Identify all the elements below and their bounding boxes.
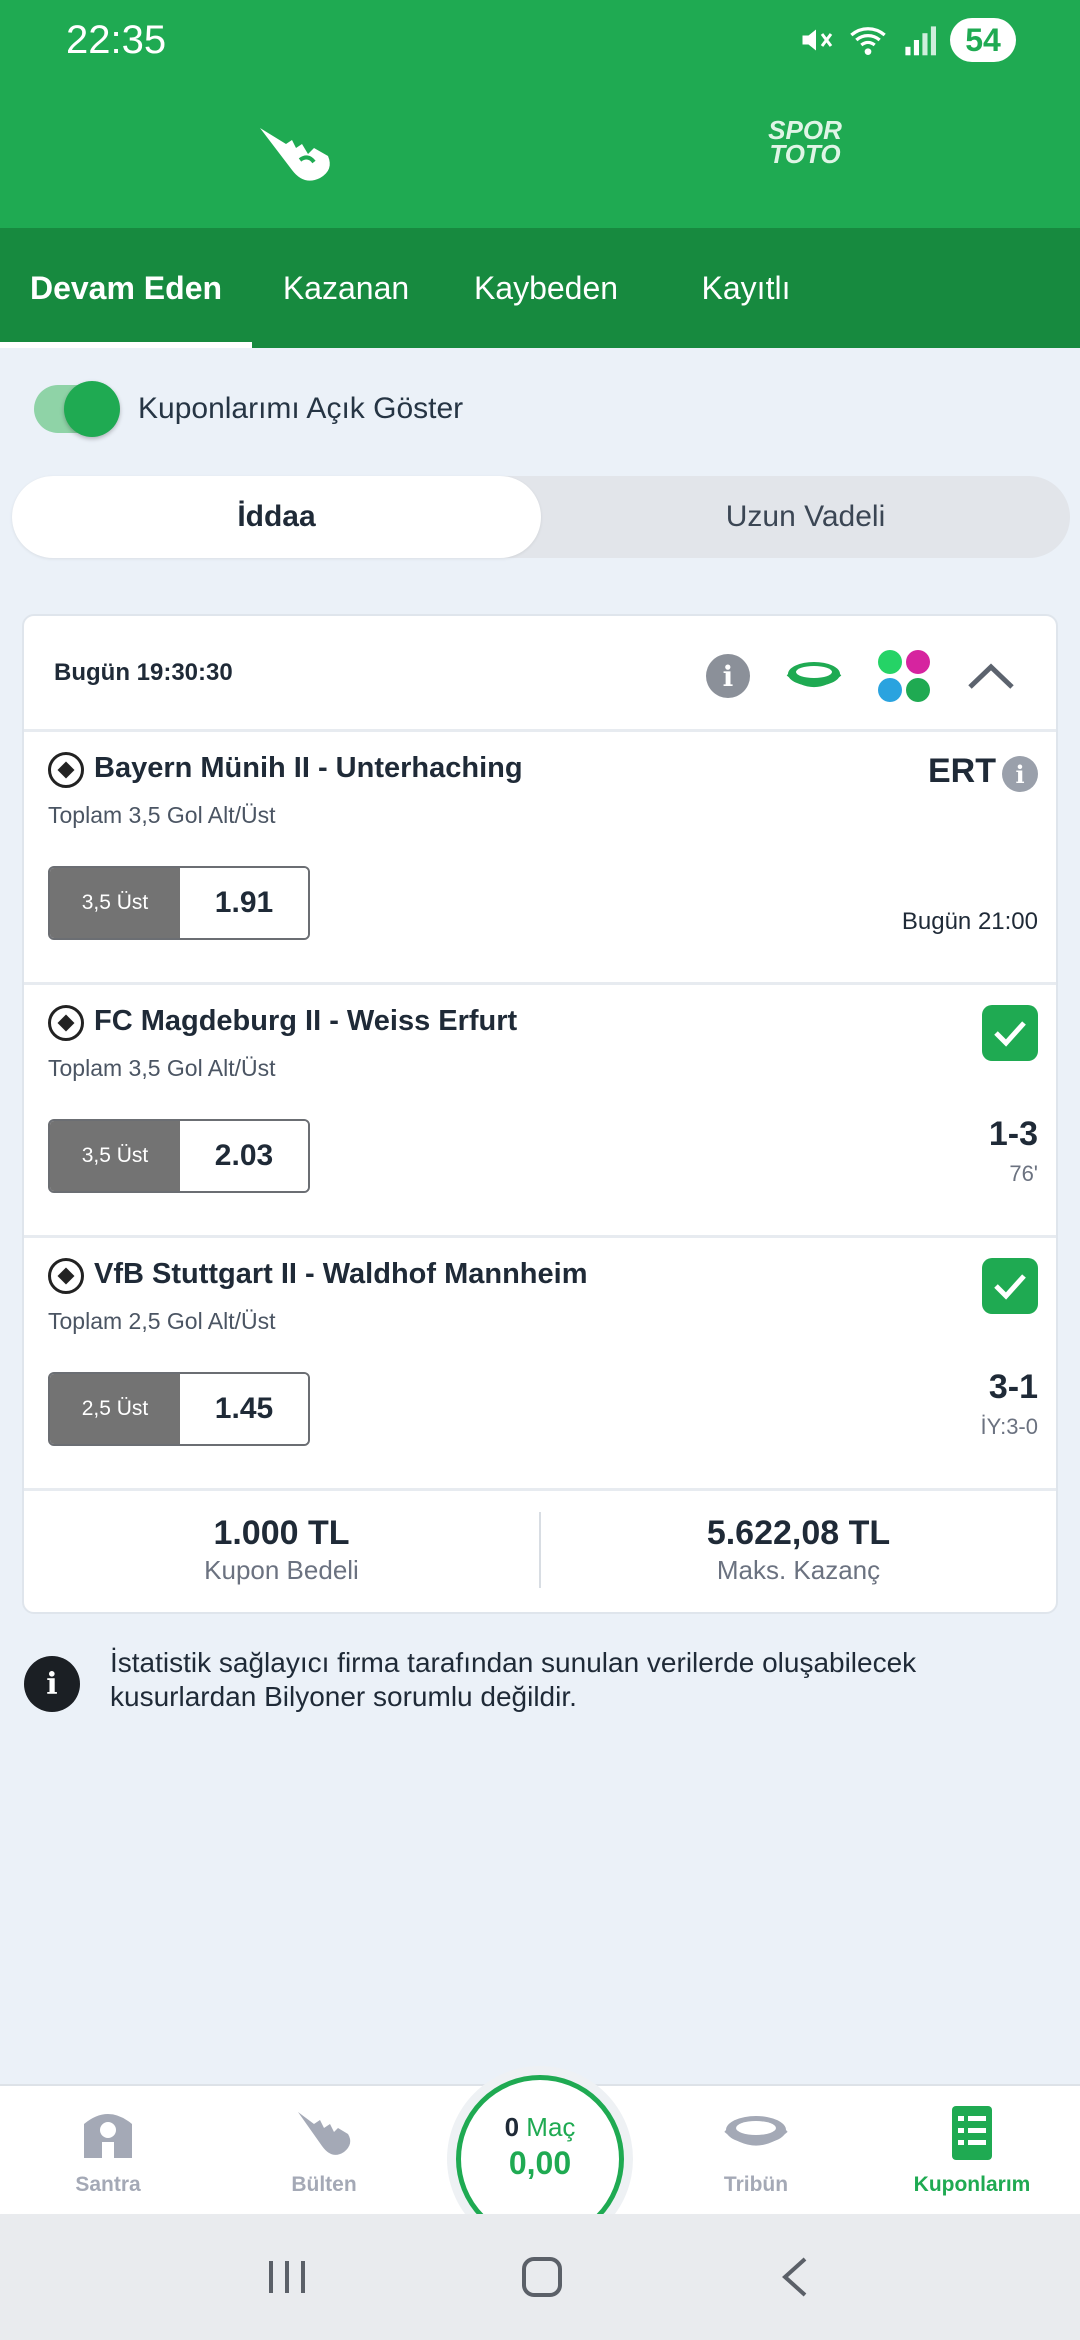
pick-label: 2,5 Üst [50, 1374, 180, 1444]
odd-box: 2,5 Üst 1.45 [48, 1372, 310, 1446]
wifi-icon [850, 27, 886, 55]
match-status: ERT [928, 752, 996, 790]
max-win-amount: 5.622,08 TL [706, 1514, 891, 1552]
stake-block: 1.000 TL Kupon Bedeli [24, 1514, 539, 1586]
match-minute: İY:3-0 [980, 1414, 1038, 1439]
chevron-up-icon[interactable] [966, 661, 1016, 691]
stadium-icon[interactable] [786, 656, 842, 696]
signal-icon [905, 26, 936, 56]
match-title: Bayern Münih II - Unterhaching [94, 752, 523, 784]
sportoto-logo[interactable]: SPOR TOTO [760, 117, 850, 188]
tab-kayitli[interactable]: Kayıtlı [652, 228, 840, 348]
coupon-totals: 1.000 TL Kupon Bedeli 5.622,08 TL Maks. … [24, 1491, 1056, 1609]
status-time: 22:35 [66, 18, 167, 62]
coupon-header[interactable]: Bugün 19:30:30 i [24, 616, 1056, 732]
max-win-block: 5.622,08 TL Maks. Kazanç [541, 1514, 1056, 1586]
match-row[interactable]: Bayern Münih II - Unterhaching Toplam 3,… [24, 732, 1056, 985]
recent-apps-icon[interactable] [265, 2257, 309, 2297]
odd-box: 3,5 Üst 1.91 [48, 866, 310, 940]
betslip-count: 0 Maç [504, 2112, 576, 2142]
match-title: VfB Stuttgart II - Waldhof Mannheim [94, 1258, 588, 1290]
santra-icon [84, 2114, 132, 2158]
share-icon[interactable] [878, 650, 930, 702]
tribun-icon [724, 2116, 788, 2146]
bilyoner-logo-icon[interactable] [252, 118, 342, 188]
bulten-icon [298, 2112, 351, 2155]
back-icon[interactable] [775, 2255, 815, 2299]
nav-label: Kuponlarım [913, 2173, 1031, 2196]
pick-label: 3,5 Üst [50, 1121, 180, 1191]
segment-iddaa[interactable]: İddaa [12, 476, 541, 558]
info-icon[interactable]: i [706, 654, 750, 698]
show-coupons-toggle-row: Kuponlarımı Açık Göster [34, 381, 464, 437]
mute-icon [802, 29, 833, 51]
bet-type-segmented: İddaa Uzun Vadeli [12, 476, 1070, 558]
match-minute: 76' [1009, 1161, 1038, 1186]
check-icon [982, 1258, 1038, 1314]
nav-label: Bülten [291, 2173, 357, 2196]
match-market: Toplam 2,5 Gol Alt/Üst [48, 1308, 276, 1334]
betslip-amount: 0,00 [508, 2145, 572, 2181]
nav-label: Santra [75, 2173, 141, 2196]
match-time: Bugün 21:00 [901, 908, 1038, 935]
tab-kaybeden[interactable]: Kaybeden [440, 228, 652, 348]
nav-santra[interactable]: Santra [38, 2104, 178, 2197]
match-score: 1-3 [988, 1115, 1038, 1153]
status-icons: 54 [798, 18, 1016, 62]
info-icon: i [24, 1656, 80, 1712]
coupon-tabs: Devam Eden Kazanan Kaybeden Kayıtlı [0, 228, 1080, 348]
segment-uzun-vadeli[interactable]: Uzun Vadeli [541, 476, 1070, 558]
football-icon [48, 752, 84, 788]
tab-devam-eden[interactable]: Devam Eden [0, 228, 252, 348]
check-icon [982, 1005, 1038, 1061]
disclaimer-text: İstatistik sağlayıcı firma tarafından su… [110, 1647, 917, 1712]
stake-label: Kupon Bedeli [204, 1555, 359, 1585]
pick-label: 3,5 Üst [50, 868, 180, 938]
battery-indicator: 54 [950, 18, 1016, 62]
bottom-nav: Santra Bülten 0 Maç 0,00 Tribün Kuponlar… [0, 2066, 1080, 2252]
football-icon [48, 1258, 84, 1294]
max-win-label: Maks. Kazanç [716, 1555, 881, 1585]
nav-kuponlarim[interactable]: Kuponlarım [902, 2104, 1042, 2197]
match-row[interactable]: VfB Stuttgart II - Waldhof Mannheim Topl… [24, 1238, 1056, 1491]
odd-value: 2.03 [180, 1121, 308, 1191]
nav-bulten[interactable]: Bülten [254, 2104, 394, 2197]
show-coupons-toggle[interactable] [34, 381, 120, 437]
match-market: Toplam 3,5 Gol Alt/Üst [48, 1055, 276, 1081]
football-icon [48, 1005, 84, 1041]
disclaimer: i İstatistik sağlayıcı firma tarafından … [24, 1646, 1054, 1714]
home-icon[interactable] [520, 2255, 564, 2299]
match-title: FC Magdeburg II - Weiss Erfurt [94, 1005, 518, 1037]
odd-value: 1.45 [180, 1374, 308, 1444]
system-nav-bar [0, 2214, 1080, 2340]
toggle-label: Kuponlarımı Açık Göster [138, 392, 464, 425]
nav-tribun[interactable]: Tribün [686, 2104, 826, 2197]
coupon-list-icon [952, 2106, 992, 2160]
coupon-card: Bugün 19:30:30 i Bayern Münih II - Unter… [22, 614, 1058, 1614]
tab-kazanan[interactable]: Kazanan [252, 228, 440, 348]
nav-label: Tribün [723, 2173, 789, 2196]
info-icon[interactable]: i [1002, 756, 1038, 792]
match-market: Toplam 3,5 Gol Alt/Üst [48, 802, 276, 828]
match-row[interactable]: FC Magdeburg II - Weiss Erfurt Toplam 3,… [24, 985, 1056, 1238]
odd-box: 3,5 Üst 2.03 [48, 1119, 310, 1193]
app-header: 22:35 54 SPOR TOTO [0, 0, 1080, 228]
odd-value: 1.91 [180, 868, 308, 938]
stake-amount: 1.000 TL [213, 1514, 350, 1552]
coupon-date: Bugün 19:30:30 [54, 658, 233, 686]
match-score: 3-1 [988, 1368, 1038, 1406]
